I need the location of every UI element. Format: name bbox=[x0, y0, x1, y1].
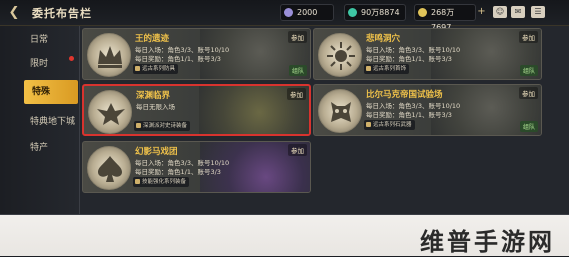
dungeon-card-kings-ruins[interactable]: 王的遗迹 每日入场：角色3/3、账号10/10 每日奖励：角色1/1、账号3/3… bbox=[82, 28, 311, 80]
join-button[interactable]: 参加 bbox=[288, 31, 307, 43]
notification-dot-icon bbox=[69, 56, 74, 61]
card-entry-limit: 每日无限入场 bbox=[136, 103, 175, 111]
gold-coin-icon bbox=[418, 8, 427, 17]
dungeon-card-phantom-circus[interactable]: 幻影马戏团 每日入场：角色3/3、账号10/10 每日奖励：角色1/1、账号3/… bbox=[82, 141, 311, 193]
card-title: 深渊临界 bbox=[136, 91, 171, 101]
game-window: ❮ 委托布告栏 2000 90万8874 268万7697 + ☺ ✉ ☰ 日常… bbox=[0, 0, 569, 215]
beast-emblem-icon bbox=[318, 89, 362, 133]
crystal-icon bbox=[348, 8, 357, 17]
card-reward-tag: 远古系列首饰 bbox=[364, 64, 410, 74]
tab-special[interactable]: 特殊 bbox=[24, 80, 78, 104]
gem-icon bbox=[284, 8, 293, 17]
spade-emblem-icon bbox=[87, 146, 131, 190]
party-button[interactable]: 组队 bbox=[288, 65, 307, 76]
card-reward-tag: 深渊派对史诗装备 bbox=[134, 121, 191, 131]
card-title: 王的遗迹 bbox=[135, 34, 170, 44]
dungeon-card-bilmark-testing-ground[interactable]: 比尔马克帝国试验场 每日入场：角色3/3、账号10/10 每日奖励：角色1/1、… bbox=[313, 84, 542, 136]
join-button[interactable]: 参加 bbox=[519, 31, 538, 43]
join-button[interactable]: 参加 bbox=[288, 144, 307, 156]
join-button[interactable]: 参加 bbox=[287, 88, 306, 100]
party-button[interactable]: 组队 bbox=[519, 121, 538, 132]
tab-limited[interactable]: 限时 bbox=[22, 52, 78, 76]
tab-special-dungeon[interactable]: 特典地下城 bbox=[22, 110, 78, 134]
resource-gold: 268万7697 + bbox=[414, 4, 486, 32]
menu-icon[interactable]: ☰ bbox=[531, 6, 545, 18]
card-reward-tag: 远古系列防具 bbox=[133, 64, 179, 74]
tab-specialty[interactable]: 特产 bbox=[22, 136, 78, 160]
category-sidebar: 日常 限时 特殊 特典地下城 特产 bbox=[0, 26, 80, 214]
top-bar: ❮ 委托布告栏 2000 90万8874 268万7697 + ☺ ✉ ☰ bbox=[0, 0, 569, 32]
add-friend-icon[interactable]: ☺ bbox=[493, 6, 507, 18]
mail-icon[interactable]: ✉ bbox=[511, 6, 525, 18]
party-button[interactable]: 组队 bbox=[519, 65, 538, 76]
card-reward-limit: 每日奖励：角色1/1、账号3/3 bbox=[135, 168, 221, 176]
resource-crystal-value: 90万8874 bbox=[361, 8, 400, 17]
resource-crystal: 90万8874 bbox=[344, 4, 406, 21]
card-reward-limit: 每日奖励：角色1/1、账号3/3 bbox=[366, 55, 452, 63]
card-title: 幻影马戏团 bbox=[135, 147, 178, 157]
join-button[interactable]: 参加 bbox=[519, 87, 538, 99]
add-gold-button[interactable]: + bbox=[476, 6, 487, 17]
card-title: 悲鸣洞穴 bbox=[366, 34, 401, 44]
resource-gem: 2000 bbox=[280, 4, 334, 21]
site-watermark: 维普手游网 bbox=[420, 228, 555, 256]
tab-daily[interactable]: 日常 bbox=[22, 28, 78, 52]
dungeon-card-wailing-cave[interactable]: 悲鸣洞穴 每日入场：角色3/3、账号10/10 每日奖励：角色1/1、账号3/3… bbox=[313, 28, 542, 80]
back-arrow-icon[interactable]: ❮ bbox=[6, 5, 22, 21]
card-reward-limit: 每日奖励：角色1/1、账号3/3 bbox=[366, 111, 452, 119]
eagle-emblem-icon bbox=[88, 90, 132, 134]
card-reward-tag: 技能强化系列装备 bbox=[133, 177, 190, 187]
card-title: 比尔马克帝国试验场 bbox=[366, 90, 443, 100]
tab-limited-label: 限时 bbox=[30, 59, 49, 69]
resource-gem-value: 2000 bbox=[297, 8, 318, 17]
dungeon-card-abyss-threshold[interactable]: 深渊临界 每日无限入场 深渊派对史诗装备 参加 bbox=[82, 84, 311, 136]
crown-emblem-icon bbox=[87, 33, 131, 77]
sunburst-emblem-icon bbox=[318, 33, 362, 77]
page-title: 委托布告栏 bbox=[32, 7, 92, 20]
card-reward-limit: 每日奖励：角色1/1、账号3/3 bbox=[135, 55, 221, 63]
card-reward-tag: 远古系列石武器 bbox=[364, 120, 415, 130]
